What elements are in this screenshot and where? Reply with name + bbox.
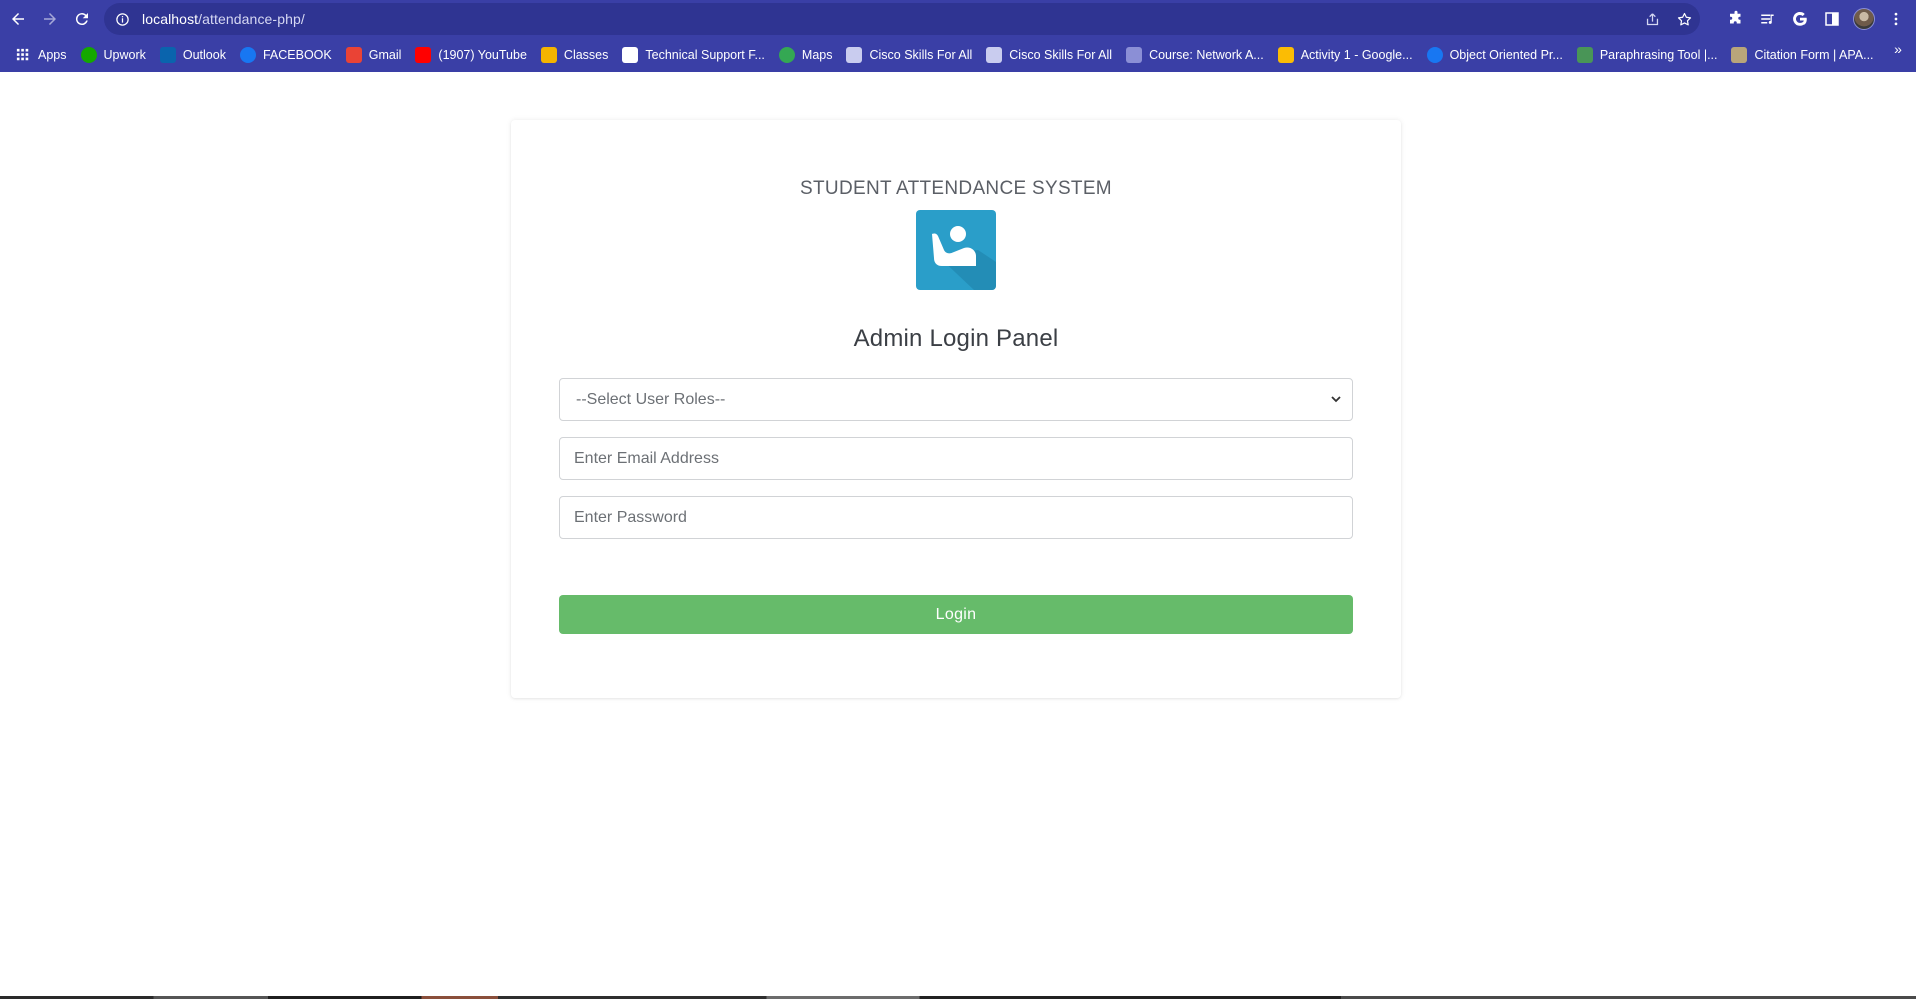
bookmark-label: Citation Form | APA... bbox=[1754, 48, 1874, 62]
bookmark-item[interactable]: Activity 1 - Google... bbox=[1271, 42, 1420, 68]
bookmark-label: Classes bbox=[563, 48, 609, 62]
login-button[interactable]: Login bbox=[559, 595, 1353, 634]
chevron-down-icon bbox=[1331, 396, 1341, 403]
login-button-label: Login bbox=[935, 605, 977, 623]
bookmark-item[interactable]: Paraphrasing Tool |... bbox=[1570, 42, 1725, 68]
bookmark-label: Activity 1 - Google... bbox=[1300, 48, 1413, 62]
panel-title: Admin Login Panel bbox=[853, 325, 1059, 352]
arrow-left-icon bbox=[12, 13, 24, 25]
youtube-icon bbox=[415, 47, 432, 63]
bookmark-item[interactable]: Classes bbox=[534, 42, 615, 68]
bookmark-label: Object Oriented Pr... bbox=[1449, 48, 1563, 62]
bookmark-item[interactable]: Object Oriented Pr... bbox=[1420, 42, 1570, 68]
user-role-select[interactable]: --Select User Roles-- bbox=[559, 378, 1353, 421]
bookmarks-overflow-icon[interactable]: » bbox=[1888, 41, 1908, 57]
bookmarks-bar: Apps Upwork Outlook FACEBOOK Gmail (1907) You… bbox=[0, 38, 1916, 72]
bookmark-label: Outlook bbox=[182, 48, 226, 62]
bookmark-item[interactable]: Cisco Skills For All bbox=[979, 42, 1119, 68]
classroom-icon bbox=[540, 47, 557, 63]
login-card: STUDENT ATTENDANCE SYSTEM Admin Login Pa… bbox=[511, 120, 1401, 698]
bookmark-label: Gmail bbox=[368, 48, 402, 62]
address-bar-actions bbox=[1636, 3, 1700, 35]
browser-chrome: localhost/attendance-php/ Apps Upwork Ou… bbox=[0, 0, 1916, 72]
bookmark-label: Cisco Skills For All bbox=[869, 48, 973, 62]
course-icon bbox=[1126, 47, 1143, 63]
bookmark-label: Paraphrasing Tool |... bbox=[1599, 48, 1718, 62]
email-field[interactable]: Enter Email Address bbox=[559, 437, 1353, 480]
password-placeholder: Enter Password bbox=[574, 508, 687, 526]
google-drive-icon bbox=[1277, 47, 1294, 63]
side-panel-icon[interactable] bbox=[1816, 3, 1848, 35]
reload-button[interactable] bbox=[66, 3, 98, 35]
bookmark-label: Apps bbox=[38, 48, 67, 62]
bookmark-item[interactable]: Gmail bbox=[339, 42, 409, 68]
gmail-icon bbox=[345, 47, 362, 63]
outlook-icon bbox=[159, 47, 176, 63]
cisco-icon bbox=[846, 47, 863, 63]
bookmark-star-icon[interactable] bbox=[1668, 3, 1700, 35]
cisco-icon bbox=[986, 47, 1003, 63]
page-content: STUDENT ATTENDANCE SYSTEM Admin Login Pa… bbox=[0, 72, 1916, 999]
bookmark-label: Upwork bbox=[103, 48, 146, 62]
bookmark-item[interactable]: FACEBOOK bbox=[233, 42, 339, 68]
bookmark-label: FACEBOOK bbox=[262, 48, 332, 62]
url-path: /attendance-php/ bbox=[198, 11, 305, 27]
avatar-image bbox=[1853, 8, 1875, 30]
bookmark-item[interactable]: Apps bbox=[8, 42, 74, 68]
browser-toolbar: localhost/attendance-php/ bbox=[0, 0, 1916, 38]
bookmark-item[interactable]: Course: Network A... bbox=[1119, 42, 1271, 68]
facebook-icon bbox=[1426, 47, 1443, 63]
upwork-icon bbox=[80, 47, 97, 63]
reading-list-icon[interactable] bbox=[1752, 3, 1784, 35]
bookmark-label: Cisco Skills For All bbox=[1009, 48, 1113, 62]
email-placeholder: Enter Email Address bbox=[574, 449, 719, 467]
address-bar[interactable]: localhost/attendance-php/ bbox=[104, 3, 1700, 35]
bookmark-item[interactable]: Maps bbox=[772, 42, 840, 68]
bookmark-item[interactable]: Technical Support F... bbox=[615, 42, 772, 68]
url-text[interactable]: localhost/attendance-php/ bbox=[142, 11, 305, 27]
quillbot-icon bbox=[1576, 47, 1593, 63]
bookmark-label: (1907) YouTube bbox=[438, 48, 527, 62]
attendance-logo-icon bbox=[916, 210, 996, 290]
bookmark-item[interactable]: (1907) YouTube bbox=[408, 42, 534, 68]
bookmark-label: Technical Support F... bbox=[645, 48, 765, 62]
password-field[interactable]: Enter Password bbox=[559, 496, 1353, 539]
forward-button[interactable] bbox=[34, 3, 66, 35]
maps-pin-icon bbox=[778, 47, 795, 63]
bookmark-item[interactable]: Upwork bbox=[74, 42, 153, 68]
bookmark-item[interactable]: Citation Form | APA... bbox=[1724, 42, 1880, 68]
bookmark-item[interactable]: Outlook bbox=[153, 42, 233, 68]
reload-icon bbox=[75, 13, 88, 26]
apps-grid-icon bbox=[15, 47, 31, 63]
extensions-puzzle-icon[interactable] bbox=[1720, 3, 1752, 35]
user-role-selected-value: --Select User Roles-- bbox=[576, 390, 726, 408]
share-icon[interactable] bbox=[1636, 3, 1668, 35]
url-host: localhost bbox=[142, 11, 199, 27]
site-info-icon[interactable] bbox=[114, 11, 130, 27]
google-g-icon[interactable] bbox=[1784, 3, 1816, 35]
c-logo-icon bbox=[622, 47, 639, 63]
bookmark-label: Maps bbox=[801, 48, 833, 62]
bookmark-label: Course: Network A... bbox=[1149, 48, 1264, 62]
system-title: STUDENT ATTENDANCE SYSTEM bbox=[800, 178, 1112, 199]
citation-icon bbox=[1731, 47, 1748, 63]
menu-kebab-icon[interactable] bbox=[1880, 3, 1912, 35]
profile-avatar[interactable] bbox=[1848, 3, 1880, 35]
facebook-icon bbox=[239, 47, 256, 63]
bookmark-item[interactable]: Cisco Skills For All bbox=[839, 42, 979, 68]
toolbar-actions bbox=[1720, 3, 1912, 35]
arrow-right-icon bbox=[44, 13, 56, 25]
back-button[interactable] bbox=[2, 3, 34, 35]
